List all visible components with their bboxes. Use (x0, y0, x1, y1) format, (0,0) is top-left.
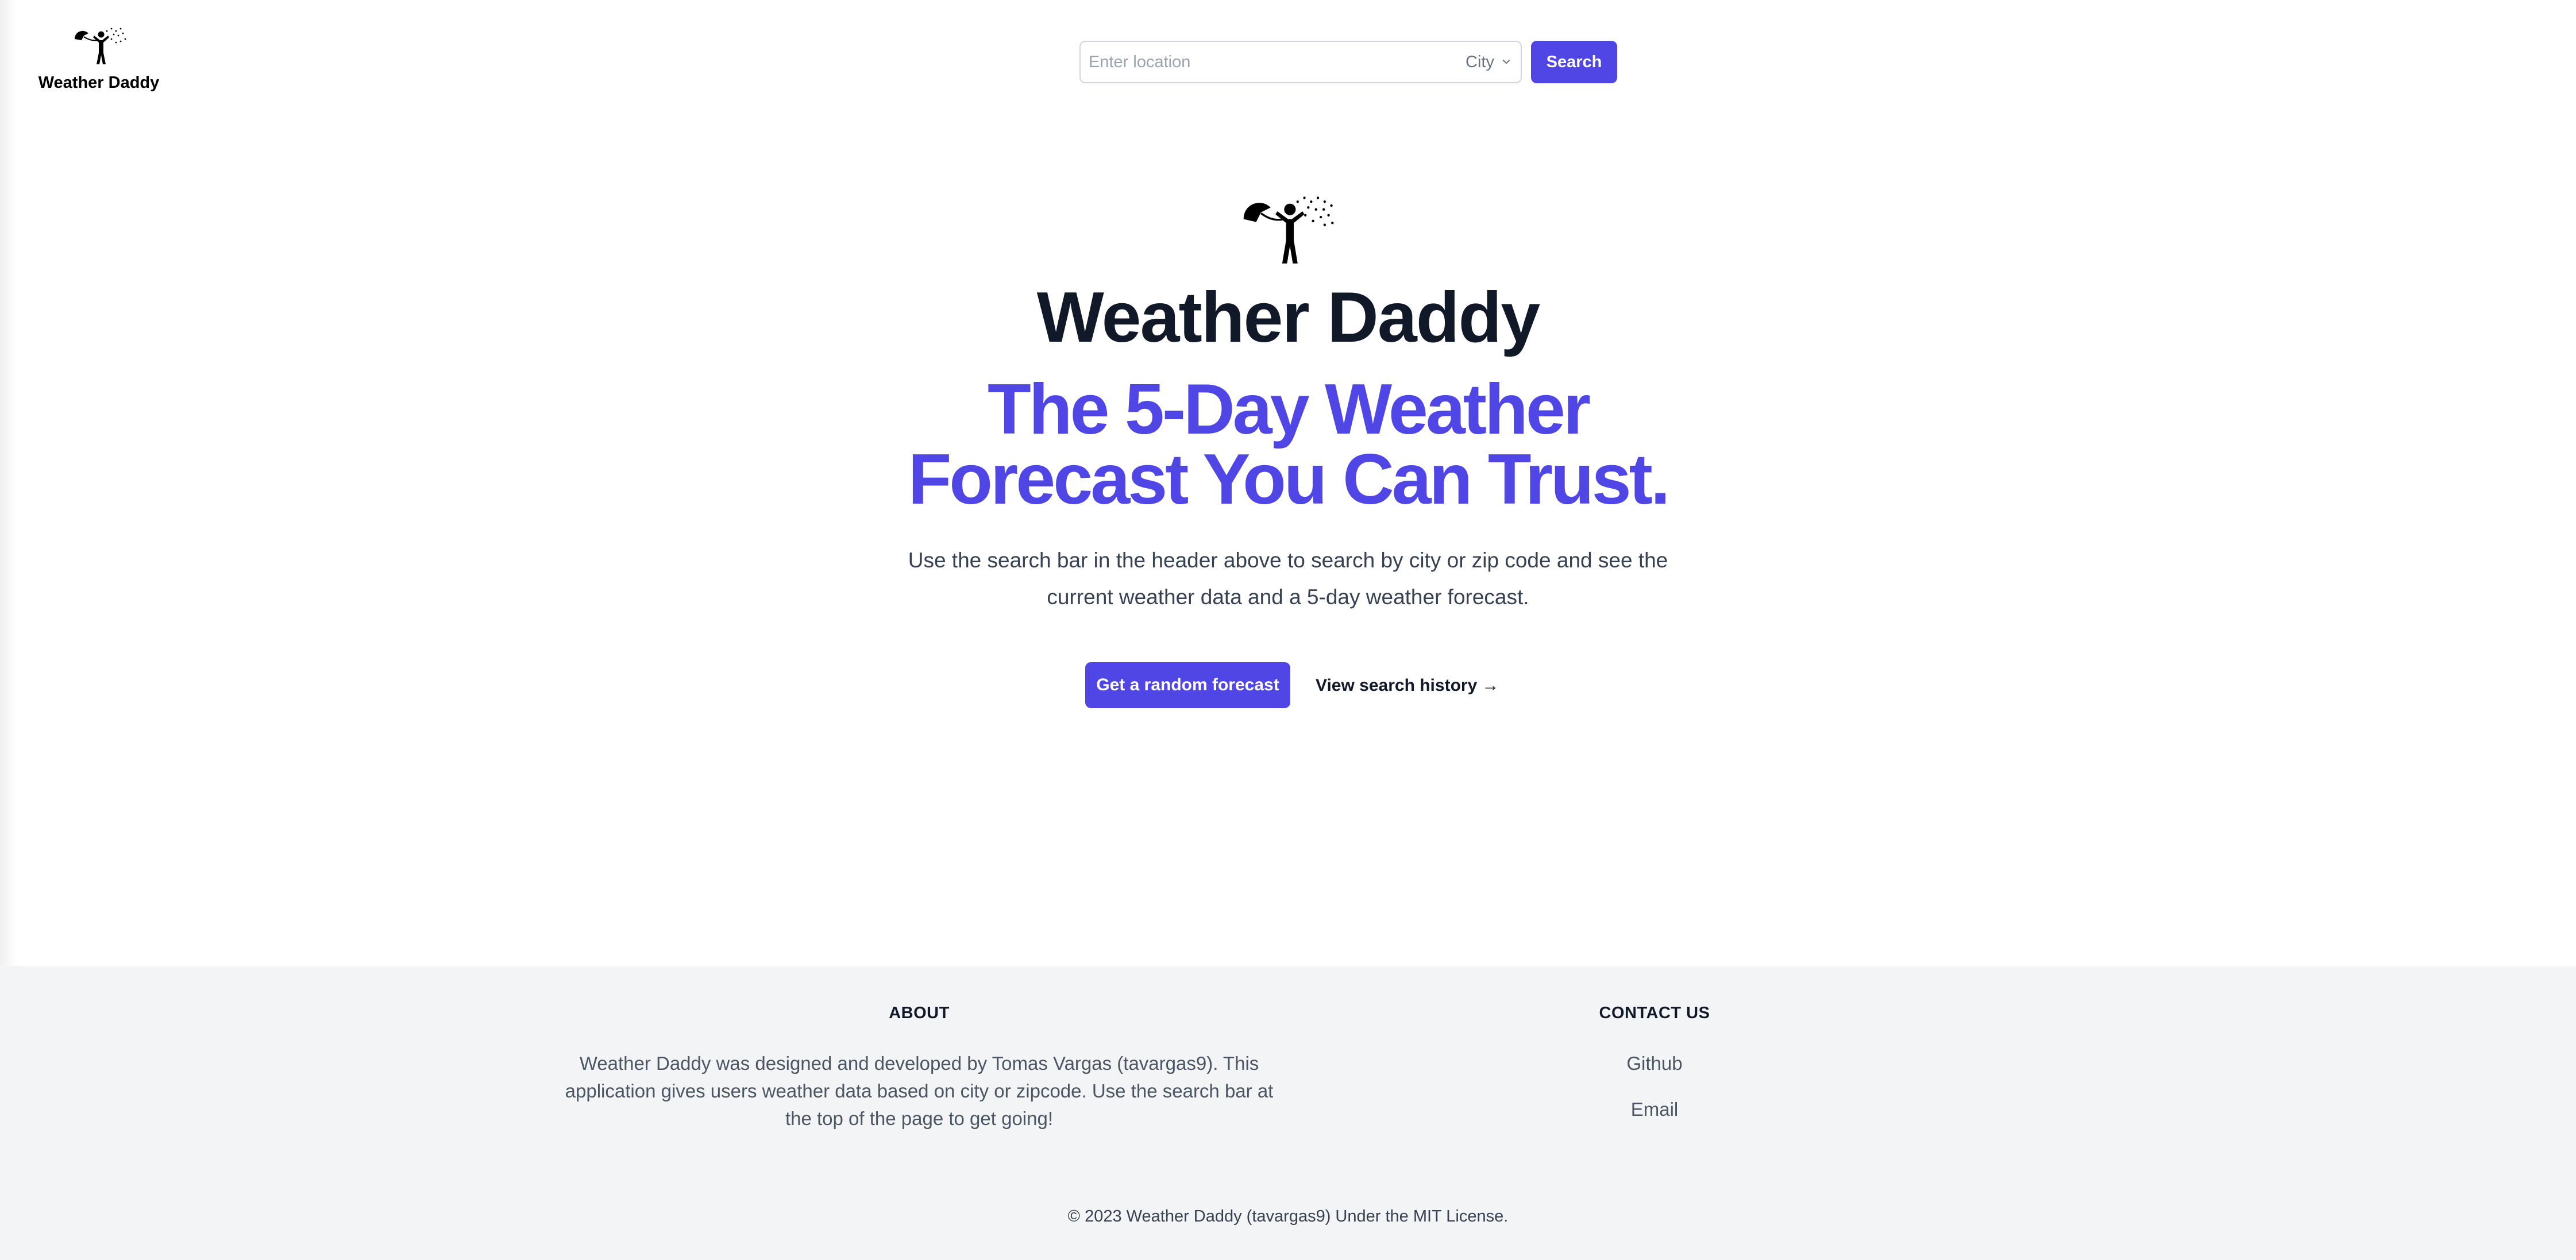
search-type-select[interactable]: City (1466, 48, 1521, 76)
hero-tagline: The 5-Day Weather Forecast You Can Trust… (908, 370, 1671, 519)
search-button[interactable]: Search (1531, 41, 1617, 83)
search-history-link[interactable]: View search history → (1316, 673, 1499, 698)
random-forecast-button[interactable]: Get a random forecast (1085, 662, 1290, 708)
site-header: Weather Daddy City Search (0, 0, 2576, 115)
site-footer: ABOUT Weather Daddy was designed and dev… (0, 966, 2576, 1260)
search-input[interactable] (1089, 48, 1387, 76)
umbrella-person-hero-icon (1243, 196, 1334, 264)
search-form: City Search (1079, 41, 1617, 83)
chevron-down-icon (1502, 59, 1510, 64)
search-type-selected: City (1466, 52, 1494, 71)
hero-title: Weather Daddy (1036, 278, 1540, 357)
brand-name: Weather Daddy (38, 74, 160, 92)
brand-home-link[interactable]: Weather Daddy (36, 26, 162, 101)
github-link[interactable]: Github (1540, 1050, 1769, 1077)
hero-intro: Use the search bar in the header above t… (908, 548, 1668, 609)
about-text: Weather Daddy was designed and developed… (565, 1053, 1274, 1129)
arrow-right-icon: → (1482, 676, 1499, 695)
search-box: City (1079, 41, 1522, 83)
copyright-text: © 2023 Weather Daddy (tavargas9) Under t… (1067, 1207, 1509, 1226)
contact-heading: CONTACT US (1599, 1004, 1710, 1022)
search-history-label: View search history (1316, 676, 1478, 695)
about-heading: ABOUT (889, 1004, 950, 1022)
email-link[interactable]: Email (1540, 1096, 1769, 1123)
umbrella-person-logo-icon (75, 28, 126, 64)
